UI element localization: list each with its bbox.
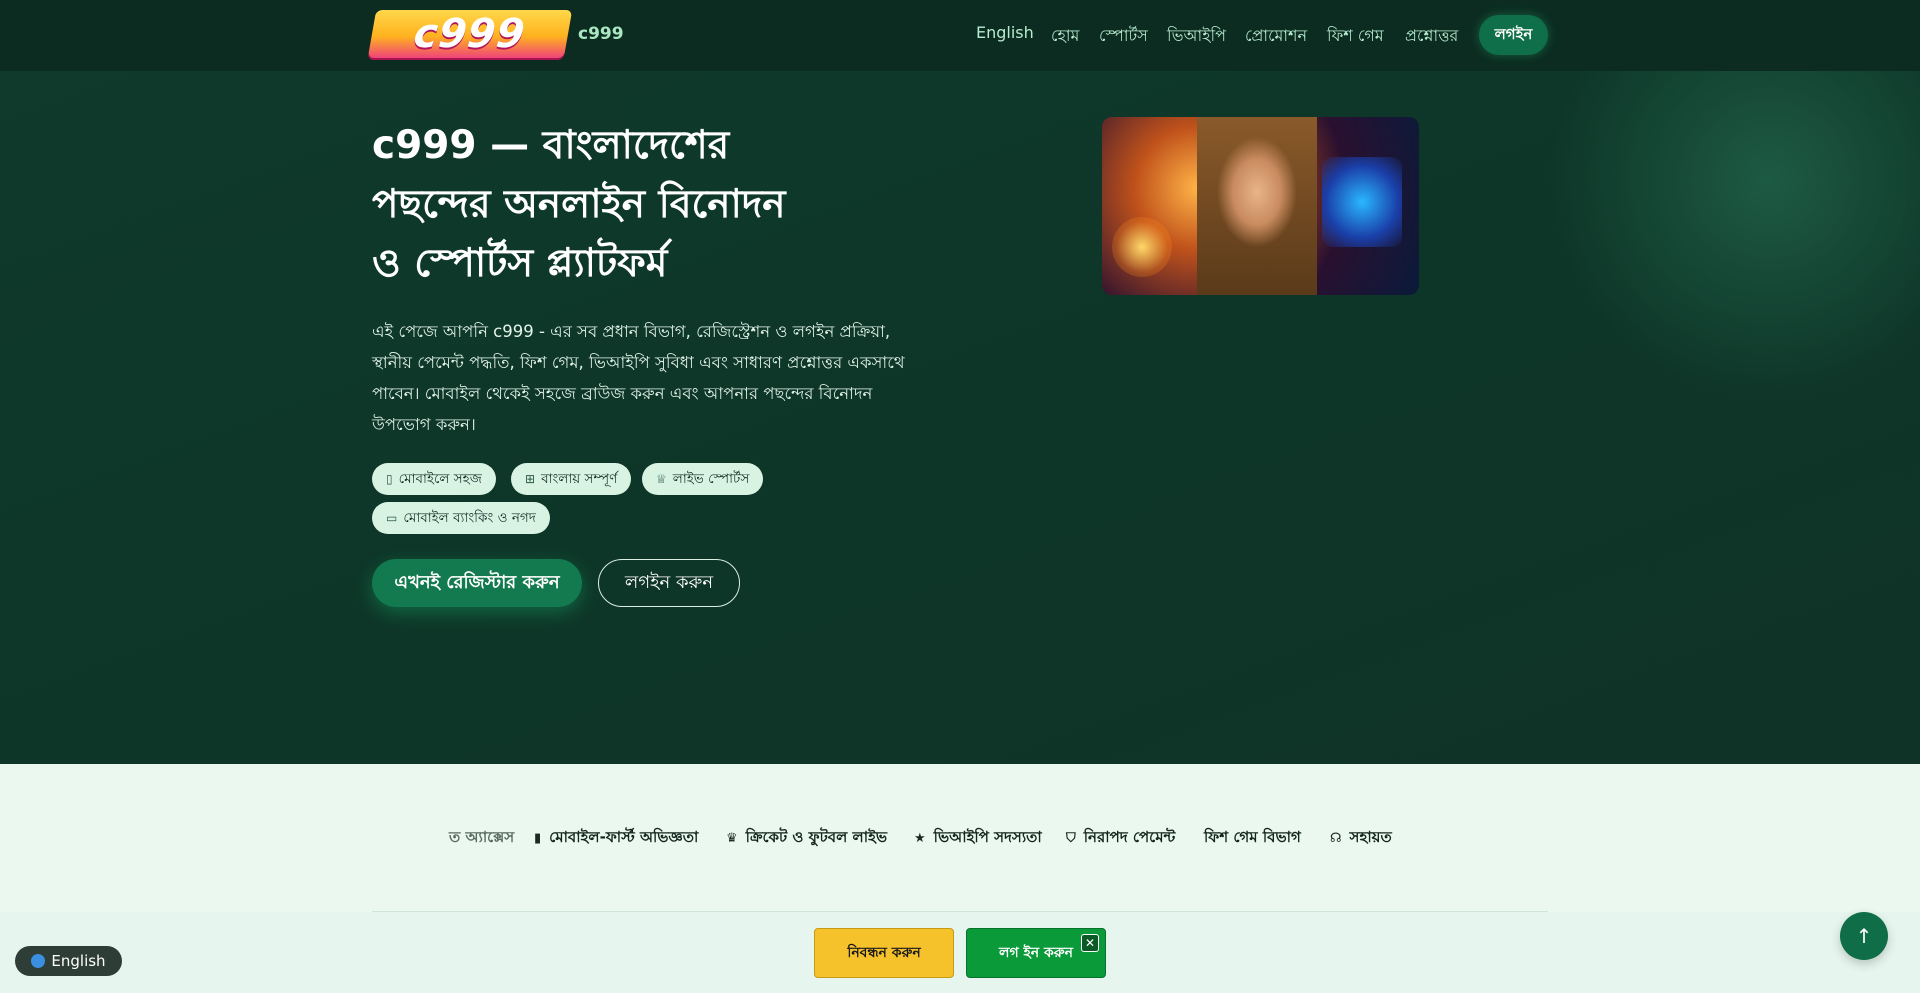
ticker-item: ত অ্যাক্সেস xyxy=(449,828,515,846)
star-icon: ★ xyxy=(914,831,926,846)
chip-mobile-banking: ▭ মোবাইল ব্যাংকিং ও নগদ xyxy=(372,502,550,534)
chip-mobile-easy: ▯ মোবাইলে সহজ xyxy=(372,463,496,495)
shield-icon: ⛉ xyxy=(1066,831,1076,846)
close-icon[interactable]: ✕ xyxy=(1081,934,1099,952)
brand-name[interactable]: c999 xyxy=(578,24,624,44)
ticker-item: ▮ মোবাইল-ফার্স্ট অভিজ্ঞতা xyxy=(534,828,699,846)
site-logo[interactable]: c999 xyxy=(367,10,573,58)
hero-login-button[interactable]: লগইন করুন xyxy=(598,559,740,607)
headset-icon: ☊ xyxy=(1330,831,1342,846)
ticker-item: ফিশ গেম বিভাগ xyxy=(1204,828,1301,846)
wallet-icon: ▭ xyxy=(386,511,398,525)
chip-live-sports: ♕ লাইভ স্পোর্টস xyxy=(642,463,764,495)
hero-image xyxy=(1102,117,1419,295)
chip-bangla: ⊞ বাংলায় সম্পূর্ণ xyxy=(511,463,632,495)
language-switcher[interactable]: English xyxy=(15,946,122,976)
nav-vip[interactable]: ভিআইপি xyxy=(1167,23,1226,50)
hero-description: এই পেজে আপনি c999 - এর সব প্রধান বিভাগ, … xyxy=(372,322,905,434)
scroll-to-top-button[interactable]: ↑ xyxy=(1840,912,1888,960)
ticker-item: ★ ভিআইপি সদস্যতা xyxy=(914,828,1042,846)
mobile-icon: ▮ xyxy=(534,831,542,846)
ticker-item: ⛉ নিরাপদ পেমেন্ট xyxy=(1066,828,1176,846)
nav-english[interactable]: English xyxy=(976,23,1034,42)
globe-icon xyxy=(31,954,46,968)
header-login-button[interactable]: লগইন xyxy=(1479,15,1548,55)
bottom-bar xyxy=(0,912,1920,993)
top-navbar: c999 c999 English হোম স্পোর্টস ভিআইপি প্… xyxy=(0,0,1920,71)
ticker-item: ♛ ক্রিকেট ও ফুটবল লাইভ xyxy=(726,828,888,846)
trophy-icon: ♕ xyxy=(656,472,667,486)
nav-promotion[interactable]: প্রোমোশন xyxy=(1245,23,1307,50)
hero-section xyxy=(0,0,1920,764)
hero-title: c999 — বাংলাদেশের পছন্দের অনলাইন বিনোদন … xyxy=(372,123,786,286)
language-icon: ⊞ xyxy=(525,472,536,486)
nav-faq[interactable]: প্রশ্নোত্তর xyxy=(1405,23,1458,50)
register-now-button[interactable]: এখনই রেজিস্টার করুন xyxy=(372,559,582,607)
nav-fish-game[interactable]: ফিশ গেম xyxy=(1327,23,1384,50)
nav-sports[interactable]: স্পোর্টস xyxy=(1099,23,1148,50)
nav-home[interactable]: হোম xyxy=(1051,23,1079,50)
trophy-icon: ♛ xyxy=(726,831,738,846)
phone-icon: ▯ xyxy=(386,472,393,486)
signup-button[interactable]: নিবন্ধন করুন xyxy=(814,928,954,978)
ticker-item: ☊ সহায়ত xyxy=(1330,828,1392,846)
